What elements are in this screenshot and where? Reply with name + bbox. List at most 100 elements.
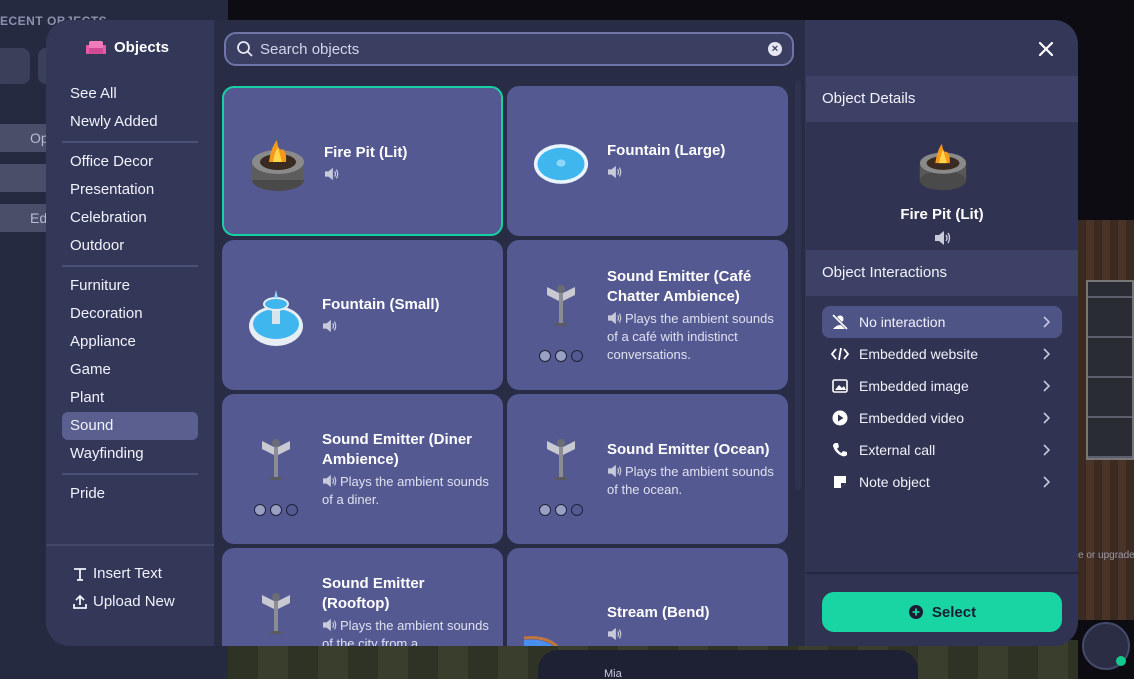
speaker-icon — [608, 311, 622, 325]
background-hint-text: e or upgrade — [1078, 550, 1134, 561]
variant-dots[interactable] — [539, 504, 583, 516]
object-thumbnail — [248, 290, 304, 346]
object-card[interactable]: Sound Emitter (Rooftop) Plays the ambient… — [222, 548, 503, 646]
interaction-label: Embedded video — [859, 410, 965, 426]
object-card[interactable]: Stream (Bend) — [507, 548, 788, 646]
nav-item-see-all[interactable]: See All — [62, 80, 198, 108]
close-icon[interactable] — [1035, 38, 1057, 60]
object-description: Plays the ambient sounds of the city fro… — [322, 617, 490, 646]
object-description — [607, 164, 775, 182]
interaction-option[interactable]: Embedded website — [822, 338, 1062, 370]
nav-item-newly-added[interactable]: Newly Added — [62, 108, 198, 136]
sound-emitter-icon — [262, 593, 290, 634]
modal-title-text: Objects — [114, 39, 170, 56]
search-icon — [237, 41, 253, 57]
object-card[interactable]: Sound Emitter (Café Chatter Ambience) Pla… — [507, 240, 788, 390]
fountain-small-icon — [249, 290, 303, 346]
nav-item-furniture[interactable]: Furniture — [62, 272, 198, 300]
chevron-right-icon — [1043, 316, 1050, 328]
nav-item-game[interactable]: Game — [62, 356, 198, 384]
variant-dot[interactable] — [555, 350, 567, 362]
object-info: Sound Emitter (Café Chatter Ambience) Pla… — [607, 267, 775, 364]
nav-item-sound[interactable]: Sound — [62, 412, 198, 440]
interaction-option[interactable]: External call — [822, 434, 1062, 466]
nav-item-pride[interactable]: Pride — [62, 480, 198, 508]
object-thumbnail — [533, 276, 589, 332]
code-icon — [830, 345, 850, 363]
object-name: Fountain (Large) — [607, 142, 726, 159]
nav-item-wayfinding[interactable]: Wayfinding — [62, 440, 198, 468]
variant-dot[interactable] — [555, 504, 567, 516]
sound-emitter-icon — [547, 285, 575, 326]
object-card[interactable]: Fountain (Large) — [507, 86, 788, 236]
insert-text-button[interactable]: Insert Text — [72, 565, 162, 582]
search-input[interactable] — [260, 40, 768, 58]
object-info: Sound Emitter (Rooftop) Plays the ambient… — [322, 574, 490, 646]
nav-item-decoration[interactable]: Decoration — [62, 300, 198, 328]
select-button[interactable]: Select — [822, 592, 1062, 632]
interaction-option[interactable]: Note object — [822, 466, 1062, 498]
speaker-icon — [323, 319, 337, 333]
clear-search-button[interactable]: × — [768, 42, 782, 56]
interaction-option[interactable]: Embedded video — [822, 402, 1062, 434]
speaker-icon — [608, 627, 622, 641]
grid-scrollbar[interactable] — [795, 80, 801, 490]
object-description — [607, 626, 775, 644]
player-name: Mia — [604, 668, 622, 679]
nav-item-outdoor[interactable]: Outdoor — [62, 232, 198, 260]
object-thumbnail — [533, 430, 589, 486]
avatar[interactable] — [1082, 622, 1130, 670]
object-details-header: Object Details — [806, 76, 1078, 122]
object-card[interactable]: Sound Emitter (Diner Ambience) Plays the … — [222, 394, 503, 544]
interaction-list: No interaction Embedded website Embedded i… — [806, 296, 1078, 498]
chevron-right-icon — [1043, 476, 1050, 488]
sofa-icon — [86, 40, 106, 54]
object-name: Sound Emitter (Rooftop) — [322, 575, 425, 612]
object-browser: × Fire Pit (Lit) Fountain (Large) Fountain… — [214, 20, 805, 646]
variant-dot[interactable] — [254, 504, 266, 516]
object-description: Plays the ambient sounds of the ocean. — [607, 463, 775, 499]
variant-dots[interactable] — [539, 350, 583, 362]
sound-emitter-icon — [547, 439, 575, 480]
object-card[interactable]: Fountain (Small) — [222, 240, 503, 390]
object-description — [322, 318, 490, 336]
object-card[interactable]: Sound Emitter (Ocean) Plays the ambient s… — [507, 394, 788, 544]
nav-item-appliance[interactable]: Appliance — [62, 328, 198, 356]
select-button-label: Select — [931, 603, 977, 621]
interaction-label: No interaction — [859, 314, 946, 330]
objects-modal: Objects See All Newly Added Office Decor… — [46, 20, 1078, 646]
nav-item-presentation[interactable]: Presentation — [62, 176, 198, 204]
nav-item-celebration[interactable]: Celebration — [62, 204, 198, 232]
variant-dot[interactable] — [571, 504, 583, 516]
nav-item-office-decor[interactable]: Office Decor — [62, 148, 198, 176]
speaker-icon — [608, 165, 622, 179]
nav-item-plant[interactable]: Plant — [62, 384, 198, 412]
variant-dot[interactable] — [571, 350, 583, 362]
plus-circle-icon — [908, 605, 923, 619]
object-card[interactable]: Fire Pit (Lit) — [222, 86, 503, 236]
interaction-option[interactable]: Embedded image — [822, 370, 1062, 402]
recent-object-thumb[interactable] — [0, 48, 30, 84]
object-name: Sound Emitter (Ocean) — [607, 441, 770, 458]
speaker-icon — [323, 618, 337, 632]
variant-dot[interactable] — [270, 504, 282, 516]
object-name: Fountain (Small) — [322, 296, 440, 313]
variant-dot[interactable] — [539, 504, 551, 516]
no-user-icon — [830, 313, 850, 331]
upload-new-label: Upload New — [93, 593, 175, 610]
object-name: Sound Emitter (Diner Ambience) — [322, 431, 473, 468]
object-name: Sound Emitter (Café Chatter Ambience) — [607, 268, 752, 305]
interaction-option[interactable]: No interaction — [822, 306, 1062, 338]
image-icon — [830, 377, 850, 395]
modal-title: Objects — [86, 39, 169, 56]
variant-dots[interactable] — [254, 504, 298, 516]
bottom-toolbar: Mia — [538, 650, 918, 679]
variant-dot[interactable] — [286, 504, 298, 516]
upload-new-button[interactable]: Upload New — [72, 593, 175, 610]
object-thumbnail — [250, 138, 306, 194]
object-name: Fire Pit (Lit) — [324, 144, 408, 161]
object-description-text: Plays the ambient sounds of the city fro… — [322, 618, 489, 646]
variant-dot[interactable] — [539, 350, 551, 362]
speaker-icon — [325, 167, 339, 181]
speaker-icon — [935, 231, 951, 245]
